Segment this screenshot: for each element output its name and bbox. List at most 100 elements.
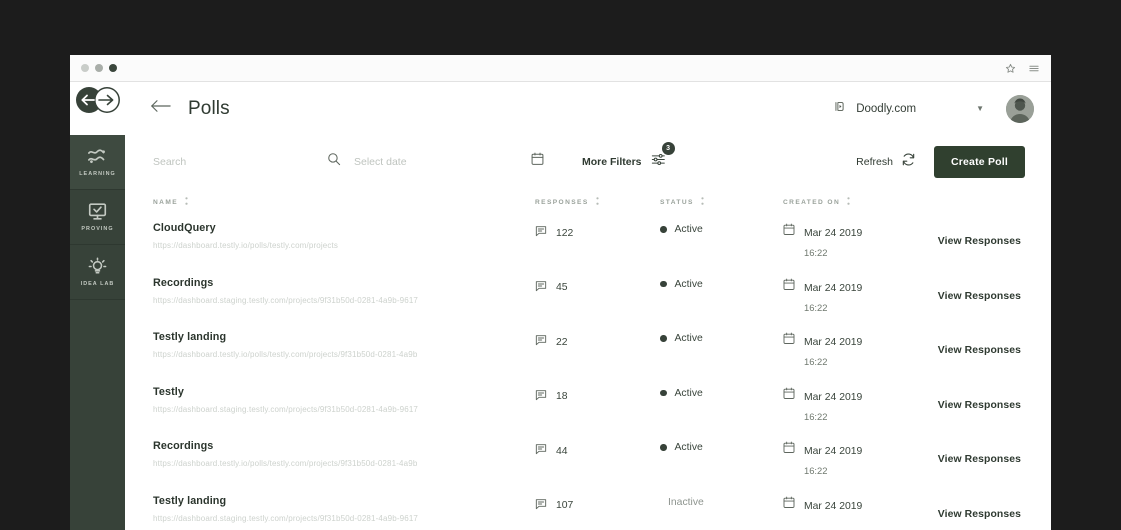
status-label: Active <box>674 442 703 453</box>
view-responses-link[interactable]: View Responses <box>938 345 1021 356</box>
back-arrow-icon[interactable] <box>150 99 171 118</box>
header-right: Doodly.com ▼ <box>834 94 1051 123</box>
table-row[interactable]: Testly landing https://dashboard.testly.i… <box>153 325 1025 380</box>
refresh-button[interactable]: Refresh <box>856 152 916 172</box>
cell-responses: 107 <box>535 495 660 515</box>
calendar-icon <box>783 441 795 476</box>
table-body: CloudQuery https://dashboard.testly.io/po… <box>153 216 1025 530</box>
cell-responses: 22 <box>535 331 660 351</box>
created-time: 16:22 <box>804 247 828 258</box>
created-date: Mar 24 2019 <box>804 228 863 239</box>
sidebar-item-idea-lab[interactable]: IDEA LAB <box>70 245 125 300</box>
table-row[interactable]: Recordings https://dashboard.testly.io/po… <box>153 434 1025 489</box>
created-date: Mar 24 2019 <box>804 500 863 512</box>
table-row[interactable]: Testly https://dashboard.staging.testly.c… <box>153 380 1025 435</box>
cell-created-on: Mar 24 2019 16:22 <box>783 277 931 313</box>
cell-name: Testly landing https://dashboard.staging.… <box>153 495 535 523</box>
search-field-wrap <box>153 153 341 168</box>
bracket-play-icon <box>834 100 847 118</box>
avatar[interactable] <box>1006 94 1034 123</box>
created-date: Mar 24 2019 <box>804 337 863 348</box>
poll-name: Testly landing <box>153 331 227 343</box>
create-poll-button[interactable]: Create Poll <box>933 145 1025 178</box>
chevron-down-icon[interactable]: ▼ <box>976 104 984 113</box>
cell-name: CloudQuery https://dashboard.testly.io/po… <box>153 222 535 250</box>
view-responses-link[interactable]: View Responses <box>938 454 1021 465</box>
sidebar-item-label: PROVING <box>81 226 114 232</box>
cell-actions: View Responses <box>931 386 1025 411</box>
view-responses-link[interactable]: View Responses <box>938 236 1021 247</box>
created-time: 16:22 <box>804 356 828 367</box>
sort-dots-icon[interactable] <box>701 197 704 207</box>
table-row[interactable]: CloudQuery https://dashboard.testly.io/po… <box>153 216 1025 271</box>
poll-name: Testly <box>153 385 185 398</box>
cell-created-on: Mar 24 2019 16:22 <box>783 386 931 422</box>
sidebar-item-learning[interactable]: LEARNING <box>70 135 125 190</box>
sliders-icon <box>651 153 666 171</box>
more-filters-badge: 3 <box>661 141 675 155</box>
app-logo[interactable] <box>70 77 125 123</box>
cell-actions: View Responses <box>931 277 1025 302</box>
window-minimize-dot[interactable] <box>95 64 103 72</box>
date-input[interactable] <box>354 155 514 168</box>
status-dot <box>660 226 667 233</box>
hamburger-menu-icon[interactable] <box>1028 63 1040 74</box>
column-header-responses[interactable]: RESPONSES <box>535 197 660 207</box>
page-title: Polls <box>188 97 230 119</box>
view-responses-link[interactable]: View Responses <box>938 509 1021 520</box>
poll-url: https://dashboard.testly.io/polls/testly… <box>153 459 418 468</box>
table-row[interactable]: Testly landing https://dashboard.staging.… <box>153 489 1025 530</box>
cell-name: Recordings https://dashboard.staging.test… <box>153 277 535 305</box>
two-arrows-circles-logo <box>75 87 120 113</box>
sidebar-item-proving[interactable]: PROVING <box>70 190 125 245</box>
window-controls[interactable] <box>81 64 117 72</box>
sort-dots-icon[interactable] <box>847 197 850 207</box>
calendar-icon <box>783 387 795 422</box>
filter-bar-actions: Refresh Create Poll <box>856 145 1025 178</box>
cell-name: Testly landing https://dashboard.testly.i… <box>153 331 535 359</box>
star-icon[interactable] <box>1005 63 1016 74</box>
calendar-icon[interactable] <box>531 152 544 171</box>
cell-created-on: Mar 24 2019 <box>783 495 931 520</box>
sidebar-item-label: LEARNING <box>79 171 116 177</box>
cell-status: Active <box>660 440 783 453</box>
table-row[interactable]: Recordings https://dashboard.staging.test… <box>153 271 1025 326</box>
window-maximize-dot[interactable] <box>109 64 117 72</box>
comment-icon <box>535 279 547 297</box>
view-responses-link[interactable]: View Responses <box>938 291 1021 302</box>
column-header-status[interactable]: STATUS <box>660 197 783 207</box>
more-filters-label: More Filters <box>582 155 642 168</box>
site-selector[interactable]: Doodly.com <box>834 100 916 118</box>
view-responses-link[interactable]: View Responses <box>938 400 1021 411</box>
poll-name: Recordings <box>153 276 214 289</box>
search-input[interactable] <box>153 155 313 168</box>
search-icon[interactable] <box>327 152 341 171</box>
browser-window: Polls Doodly.com ▼ LEARNING PROVING IDEA… <box>70 55 1051 530</box>
cell-name: Testly https://dashboard.staging.testly.c… <box>153 386 535 414</box>
cell-status: Active <box>660 331 783 344</box>
filter-bar: More Filters 3 Refresh <box>125 135 1051 188</box>
cell-actions: View Responses <box>931 440 1025 465</box>
comment-icon <box>535 388 547 406</box>
sort-dots-icon[interactable] <box>596 197 599 207</box>
cell-actions: View Responses <box>931 495 1025 520</box>
responses-count: 107 <box>556 500 574 511</box>
monitor-check-icon <box>87 202 108 221</box>
cell-created-on: Mar 24 2019 16:22 <box>783 222 931 258</box>
cell-responses: 45 <box>535 277 660 297</box>
refresh-label: Refresh <box>856 155 893 168</box>
poll-name: Recordings <box>153 440 214 452</box>
poll-url: https://dashboard.testly.io/polls/testly… <box>153 350 418 359</box>
date-field-wrap <box>354 152 544 168</box>
cell-status: Inactive <box>660 495 783 508</box>
more-filters-button[interactable]: More Filters 3 <box>582 141 675 171</box>
sort-dots-icon[interactable] <box>185 197 188 207</box>
calendar-icon <box>783 496 795 520</box>
column-header-name[interactable]: NAME <box>153 197 535 207</box>
column-header-created-on[interactable]: CREATED ON <box>783 197 931 207</box>
window-close-dot[interactable] <box>81 64 89 72</box>
status-dot <box>660 280 667 288</box>
sidebar: LEARNING PROVING IDEA LAB <box>70 135 125 530</box>
status-dot <box>660 444 667 451</box>
responses-count: 18 <box>556 391 568 402</box>
